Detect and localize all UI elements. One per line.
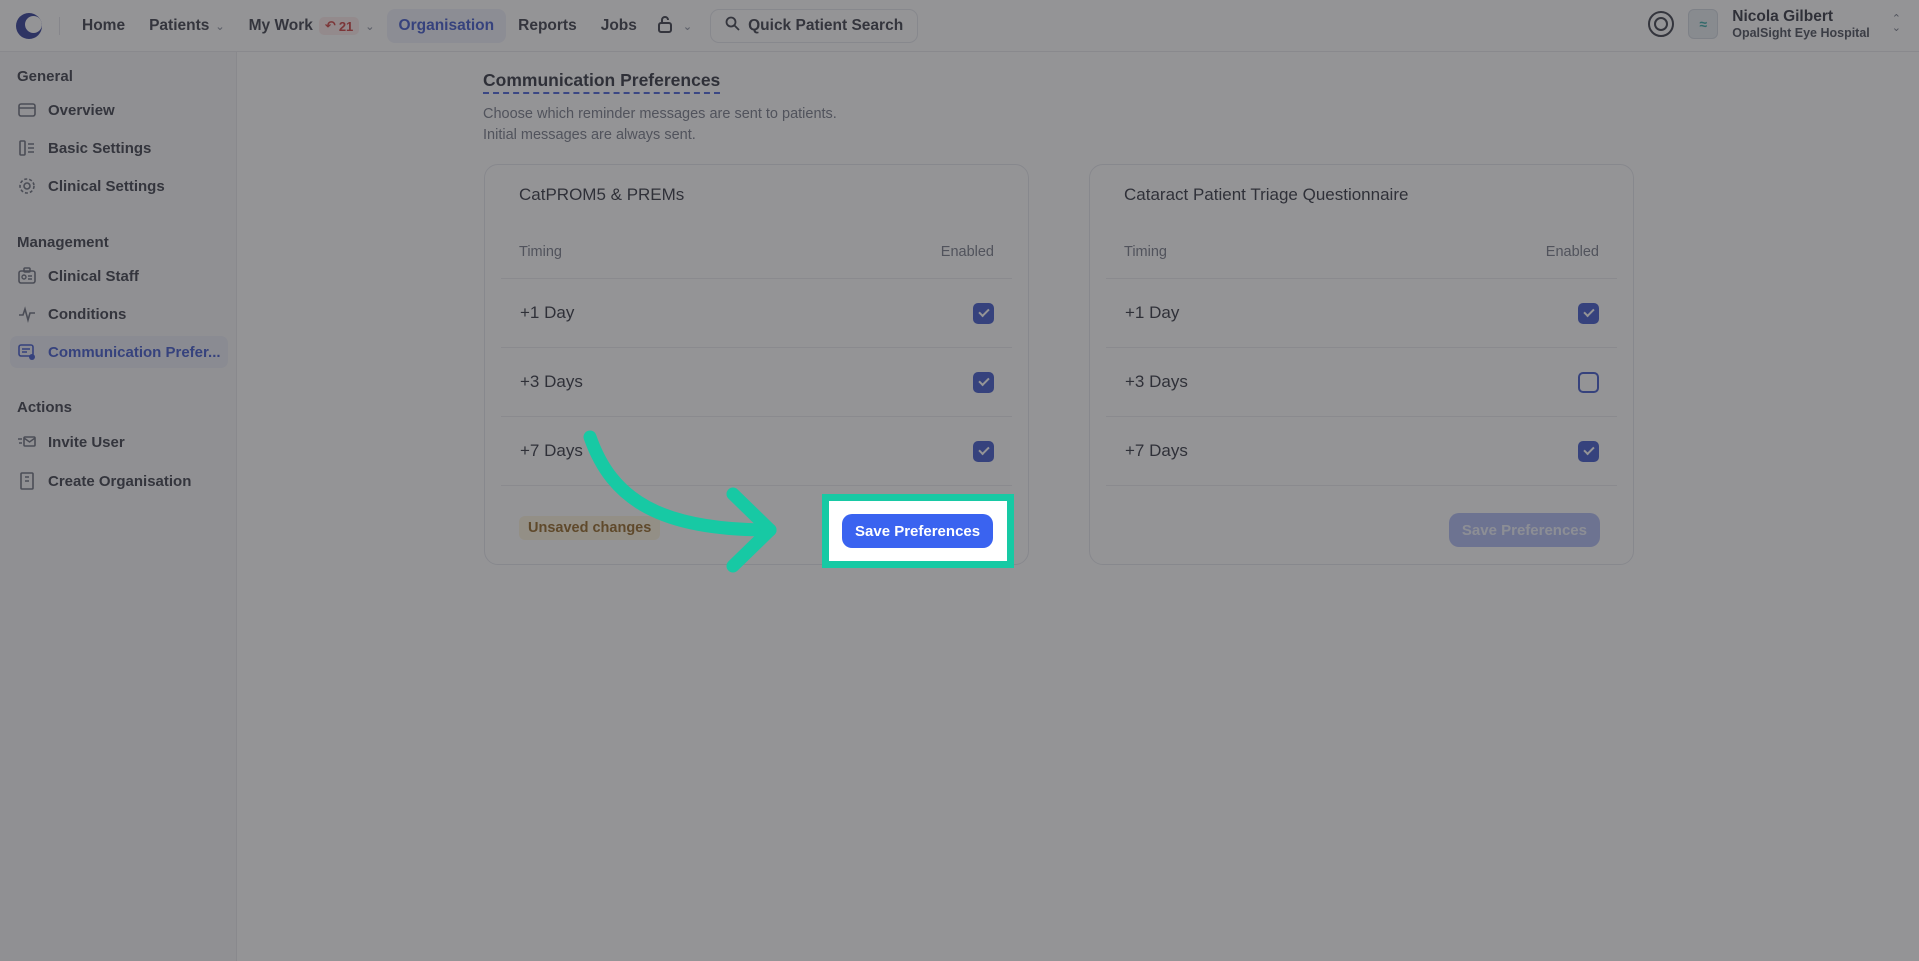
search-icon	[725, 16, 740, 36]
top-navigation-bar: Home Patients ⌄ My Work ↶ 21 ⌄ Organisatio…	[0, 0, 1919, 52]
timing-row: +1 Day	[1106, 278, 1617, 347]
page-description: Choose which reminder messages are sent …	[483, 104, 837, 146]
help-lifebuoy-icon[interactable]	[1648, 11, 1675, 38]
timing-label: +7 Days	[520, 441, 583, 460]
timing-label: +3 Days	[1125, 372, 1188, 391]
enabled-checkbox[interactable]	[973, 371, 994, 393]
nav-jobs[interactable]: Jobs	[589, 9, 649, 43]
card-table-header: Timing Enabled	[1124, 244, 1599, 260]
user-area: ≈ Nicola Gilbert OpalSight Eye Hospital …	[1648, 8, 1901, 40]
nav-jobs-label: Jobs	[600, 17, 637, 34]
sidebar-item-label: Communication Prefer...	[48, 343, 221, 361]
sidebar-item-label: Conditions	[48, 305, 127, 323]
nav-patients-label: Patients	[149, 17, 210, 34]
timing-row: +7 Days	[1106, 416, 1617, 485]
pulse-icon	[18, 305, 36, 323]
timing-row: +1 Day	[501, 278, 1012, 347]
mail-send-icon	[18, 433, 36, 451]
user-menu[interactable]: Nicola Gilbert OpalSight Eye Hospital	[1732, 8, 1870, 40]
enabled-checkbox[interactable]	[1578, 302, 1599, 324]
preferences-card-cataract-triage: Cataract Patient Triage Questionnaire Ti…	[1089, 164, 1634, 565]
nav-home-label: Home	[82, 17, 126, 34]
timing-header: Timing	[1124, 244, 1167, 260]
settings-sliders-icon	[18, 139, 36, 157]
sidebar-item-communication-preferences[interactable]: Communication Prefer...	[10, 336, 228, 368]
sidebar-item-label: Clinical Settings	[48, 177, 165, 195]
sidebar-item-clinical-settings[interactable]: Clinical Settings	[10, 170, 228, 202]
quick-patient-search[interactable]: Quick Patient Search	[710, 9, 919, 43]
sidebar-item-label: Create Organisation	[48, 472, 192, 490]
sidebar-item-label: Basic Settings	[48, 139, 152, 157]
sidebar-item-clinical-staff[interactable]: Clinical Staff	[10, 260, 228, 292]
staff-badge-icon	[18, 267, 36, 285]
sidebar-item-conditions[interactable]: Conditions	[10, 298, 228, 330]
my-work-count: 21	[338, 18, 354, 34]
browser-window-icon	[18, 101, 36, 119]
card-table-header: Timing Enabled	[519, 244, 994, 260]
row-divider	[501, 485, 1012, 486]
section-general: General	[17, 68, 73, 85]
sidebar-item-invite-user[interactable]: Invite User	[10, 426, 228, 458]
message-settings-icon	[18, 343, 36, 361]
nav-my-work-label: My Work	[248, 17, 313, 34]
timing-row: +3 Days	[1106, 347, 1617, 416]
save-preferences-button-disabled[interactable]: Save Preferences	[1448, 513, 1600, 547]
chevron-down-icon: ⌄	[682, 20, 693, 33]
reply-arrow-icon: ↶	[324, 18, 336, 33]
timing-header: Timing	[519, 244, 562, 260]
row-divider	[1106, 485, 1617, 486]
page-title: Communication Preferences	[483, 70, 721, 94]
enabled-header: Enabled	[1545, 244, 1599, 260]
enabled-header: Enabled	[940, 244, 994, 260]
card-title: CatPROM5 & PREMs	[519, 185, 685, 204]
nav-organisation-label: Organisation	[398, 17, 495, 34]
app-logo[interactable]	[16, 13, 42, 39]
sidebar-item-create-organisation[interactable]: Create Organisation	[10, 465, 228, 497]
timing-row: +3 Days	[501, 347, 1012, 416]
lock-icon	[657, 15, 673, 38]
save-preferences-button[interactable]: Save Preferences	[842, 514, 994, 548]
divider	[59, 17, 60, 35]
sidebar-item-label: Invite User	[48, 433, 125, 451]
card-title: Cataract Patient Triage Questionnaire	[1124, 185, 1409, 204]
my-work-count-badge: ↶ 21	[318, 17, 360, 35]
gear-icon	[18, 177, 36, 195]
unsaved-changes-badge: Unsaved changes	[519, 516, 661, 540]
organisation-avatar: ≈	[1688, 9, 1719, 40]
nav-reports[interactable]: Reports	[506, 9, 589, 43]
nav-home[interactable]: Home	[70, 9, 137, 43]
enabled-checkbox[interactable]	[1578, 371, 1599, 393]
nav-reports-label: Reports	[518, 17, 577, 34]
sidebar: General Overview Basic Settings Clinical…	[0, 52, 237, 961]
description-line: Initial messages are always sent.	[483, 127, 696, 143]
enabled-checkbox[interactable]	[973, 440, 994, 462]
section-actions: Actions	[17, 399, 73, 416]
timing-label: +1 Day	[1125, 303, 1180, 322]
description-line: Choose which reminder messages are sent …	[483, 106, 837, 122]
chevron-down-icon: ⌄	[215, 20, 225, 33]
chevron-down-icon: ⌄	[365, 20, 375, 33]
section-management: Management	[17, 234, 109, 251]
nav-patients[interactable]: Patients ⌄	[137, 9, 237, 43]
timing-label: +1 Day	[520, 303, 575, 322]
sidebar-item-basic-settings[interactable]: Basic Settings	[10, 132, 228, 164]
user-organisation: OpalSight Eye Hospital	[1732, 25, 1870, 40]
chevron-up-down-icon[interactable]: ⌃ ⌄	[1892, 14, 1901, 34]
nav-organisation[interactable]: Organisation	[386, 9, 507, 43]
main-nav: Home Patients ⌄ My Work ↶ 21 ⌄ Organisatio…	[70, 9, 919, 43]
sidebar-item-overview[interactable]: Overview	[10, 94, 228, 126]
sidebar-item-label: Clinical Staff	[48, 267, 139, 285]
user-name: Nicola Gilbert	[1732, 8, 1834, 25]
lock-menu[interactable]: ⌄	[649, 9, 700, 43]
timing-label: +3 Days	[520, 372, 583, 391]
enabled-checkbox[interactable]	[973, 302, 994, 324]
sidebar-item-label: Overview	[48, 101, 115, 119]
tutorial-highlight-frame: Save Preferences	[822, 494, 1014, 568]
timing-row: +7 Days	[501, 416, 1012, 485]
building-icon	[18, 472, 36, 490]
nav-my-work[interactable]: My Work ↶ 21 ⌄	[237, 9, 387, 43]
enabled-checkbox[interactable]	[1578, 440, 1599, 462]
search-label: Quick Patient Search	[748, 17, 904, 34]
timing-label: +7 Days	[1125, 441, 1188, 460]
